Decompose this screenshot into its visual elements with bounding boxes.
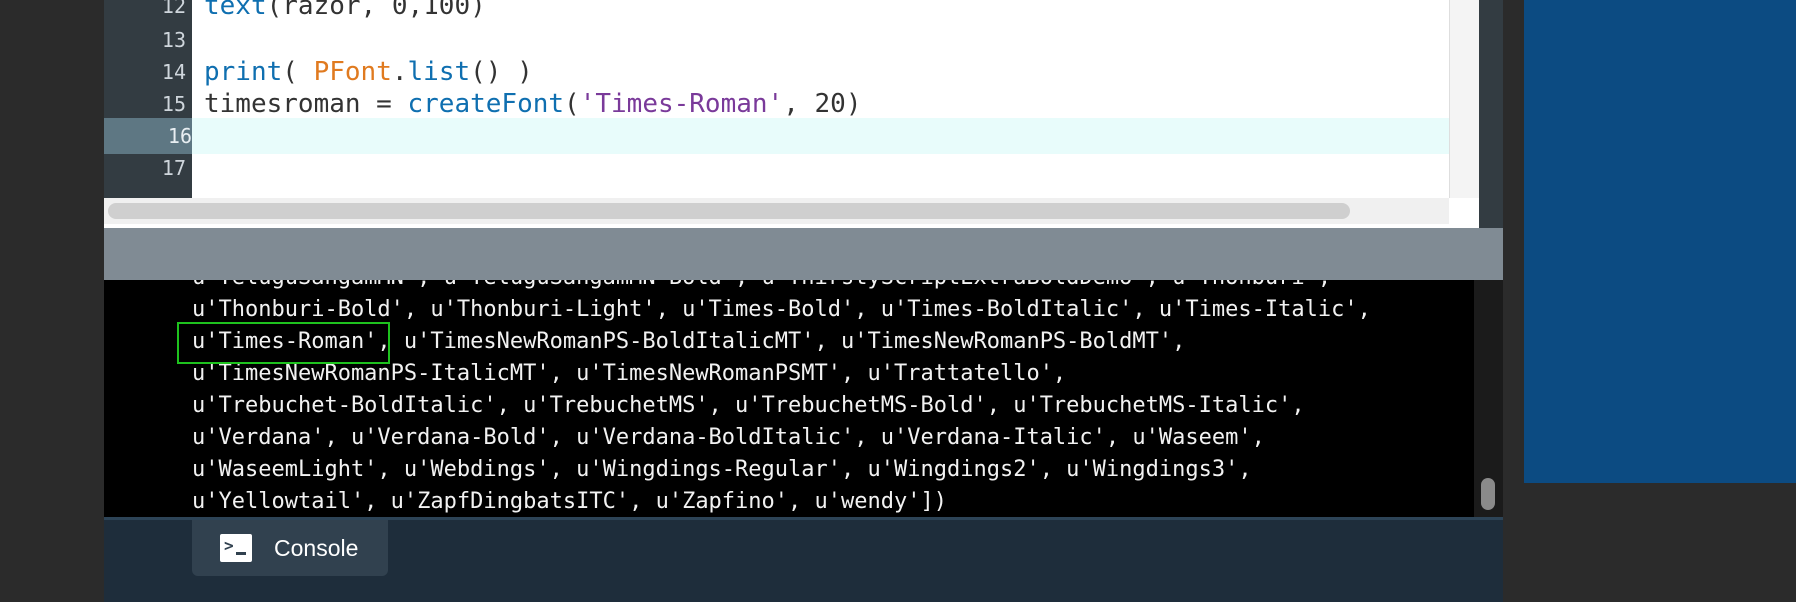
code-line[interactable]: 12 text(razor, 0,100) (104, 0, 1503, 24)
code-token: () ) (470, 57, 533, 87)
code-token: ( (282, 57, 314, 87)
times-roman-highlight (177, 322, 390, 364)
console-output[interactable]: u'TeluguSangamMN', u'TeluguSangamMN-Bold… (104, 280, 1503, 517)
editor-lines[interactable]: 12 text(razor, 0,100) 13 14 print( PFont.lis… (104, 0, 1503, 198)
console-line: u'Trebuchet-BoldItalic', u'TrebuchetMS',… (192, 393, 1305, 418)
line-number: 14 (161, 60, 186, 84)
code-token: text (204, 0, 267, 21)
background-dark (1524, 483, 1796, 602)
code-text: text(razor, 0,100) (204, 0, 486, 24)
console-line: u'Yellowtail', u'ZapfDingbatsITC', u'Zap… (192, 489, 947, 514)
code-line[interactable]: 17 (104, 150, 1503, 186)
editor-horizontal-scrollbar[interactable] (104, 198, 1449, 224)
editor-horizontal-scroll-thumb[interactable] (108, 203, 1350, 219)
line-number: 15 (161, 92, 186, 116)
code-editor[interactable]: 12 text(razor, 0,100) 13 14 print( PFont.lis… (104, 0, 1503, 228)
code-text: timesroman = createFont('Times-Roman', 2… (204, 86, 861, 122)
console-line: u'WaseemLight', u'Webdings', u'Wingdings… (192, 457, 1252, 482)
terminal-icon: > (220, 534, 252, 562)
line-number: 12 (161, 0, 186, 18)
code-token: 'Times-Roman' (579, 89, 784, 119)
code-token: PFont (313, 57, 392, 87)
code-token: print (204, 57, 283, 87)
console-vertical-scrollbar[interactable] (1474, 280, 1503, 517)
console-text: u'TeluguSangamMN', u'TeluguSangamMN-Bold… (192, 280, 1452, 517)
code-token: ( (564, 89, 580, 119)
console-line: u'Verdana', u'Verdana-Bold', u'Verdana-B… (192, 425, 1265, 450)
console-scroll-thumb[interactable] (1481, 478, 1495, 510)
code-token: (razor, 0,100) (266, 0, 486, 21)
editor-console-divider[interactable] (104, 228, 1503, 280)
code-line[interactable]: 13 (104, 22, 1503, 58)
bottom-tab-bar: > Console (104, 517, 1503, 582)
footer-strip (104, 579, 1503, 602)
left-strip (0, 0, 104, 602)
code-token: createFont (407, 89, 565, 119)
line-number: 17 (161, 156, 186, 180)
editor-vertical-scrollbar[interactable] (1449, 0, 1480, 198)
background-window-blue (1524, 0, 1796, 483)
tab-console[interactable]: > Console (192, 520, 388, 576)
line-number: 13 (161, 28, 186, 52)
code-token: timesroman = (204, 89, 408, 119)
code-text: print( PFont.list() ) (204, 54, 533, 90)
code-token: . (391, 57, 408, 87)
tab-console-label: Console (274, 534, 359, 561)
window-gap (1503, 0, 1524, 602)
code-line[interactable]: 15 timesroman = createFont('Times-Roman',… (104, 86, 1503, 122)
console-line: u'TeluguSangamMN', u'TeluguSangamMN-Bold… (192, 280, 1452, 294)
code-token: , 20) (783, 89, 862, 119)
code-line[interactable]: 16 (104, 118, 1503, 154)
editor-side-strip (1479, 0, 1503, 228)
line-number: 16 (104, 118, 192, 154)
code-token: list (407, 57, 471, 87)
code-line[interactable]: 14 print( PFont.list() ) (104, 54, 1503, 90)
